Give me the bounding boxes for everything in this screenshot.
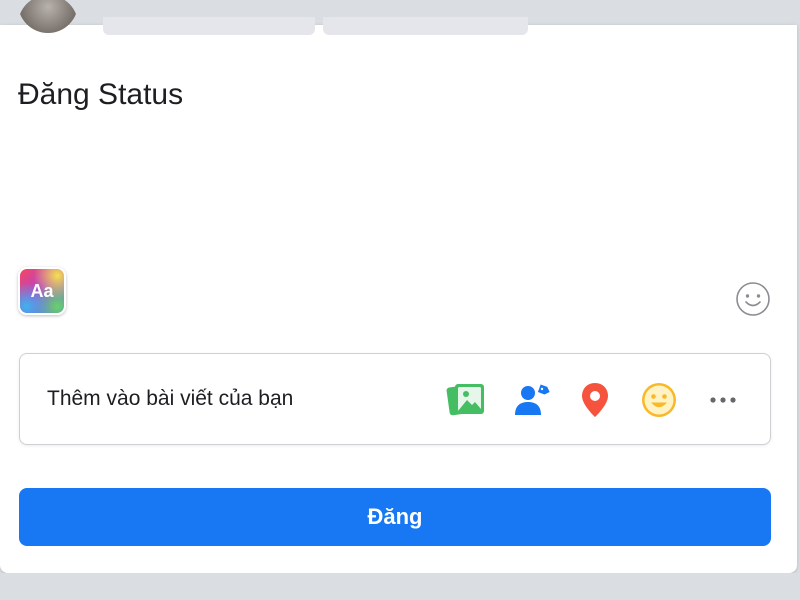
audience-selector[interactable]	[103, 17, 315, 35]
photo-video-icon[interactable]	[444, 378, 488, 422]
tag-people-icon[interactable]	[510, 378, 554, 422]
text-format-label: Aa	[30, 280, 54, 301]
emoji-picker-icon[interactable]	[735, 281, 771, 317]
location-pin-icon[interactable]	[573, 378, 617, 422]
create-post-card: Aa Thêm vào bài viết của bạn	[0, 0, 797, 573]
more-options-icon[interactable]	[701, 378, 745, 422]
album-selector[interactable]	[323, 17, 528, 35]
post-button[interactable]: Đăng	[19, 488, 771, 546]
text-background-button[interactable]: Aa	[18, 267, 66, 315]
backdrop-bottom	[0, 573, 800, 600]
add-to-post-panel: Thêm vào bài viết của bạn	[19, 353, 771, 445]
add-to-post-label: Thêm vào bài viết của bạn	[47, 387, 294, 410]
avatar[interactable]	[18, 0, 78, 33]
post-text-input[interactable]	[18, 75, 778, 245]
feeling-emoji-icon[interactable]	[637, 378, 681, 422]
